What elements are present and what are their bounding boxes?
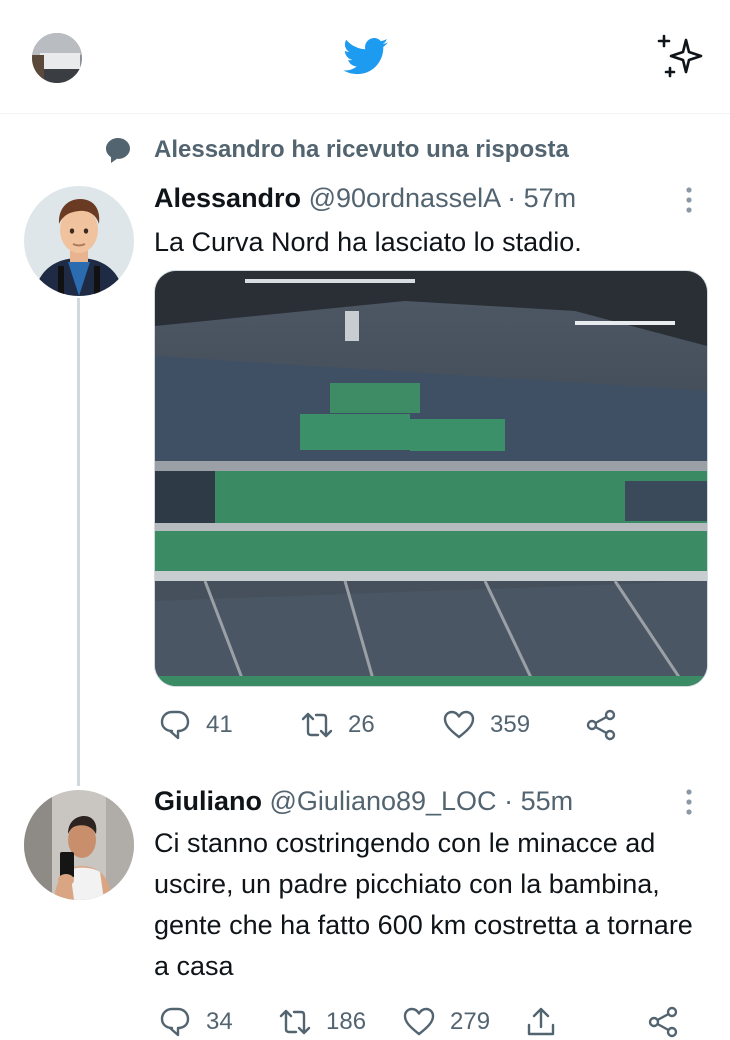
tweet-text: Ci stanno costringendo con le minacce ad… <box>154 828 693 981</box>
more-options-icon[interactable] <box>685 788 693 816</box>
tweet-media-image[interactable] <box>154 270 708 687</box>
tweet-text: La Curva Nord ha lasciato lo stadio. <box>154 227 582 257</box>
share-button[interactable] <box>584 707 618 743</box>
top-bar <box>0 0 730 114</box>
like-button[interactable]: 359 <box>442 707 530 743</box>
tweet-time[interactable]: 57m <box>524 183 577 213</box>
tweet-header: Giuliano @Giuliano89_LOC · 55m <box>154 786 573 817</box>
tweet-actions: 41 26 359 <box>154 707 714 743</box>
retweet-button[interactable]: 26 <box>300 707 375 743</box>
tweet-time[interactable]: 55m <box>521 786 574 816</box>
like-count: 279 <box>450 1008 491 1035</box>
tweet-avatar-giuliano[interactable] <box>24 790 134 900</box>
author-handle[interactable]: @Giuliano89_LOC <box>270 786 497 816</box>
author-name[interactable]: Alessandro <box>154 183 301 213</box>
share-icon <box>648 1006 678 1038</box>
share-icon <box>586 709 616 741</box>
author-handle[interactable]: @90ordnasselA <box>309 183 500 213</box>
analytics-button[interactable] <box>524 1004 558 1040</box>
retweet-count: 186 <box>326 1008 367 1035</box>
social-context-label: Alessandro ha ricevuto una risposta <box>154 136 569 163</box>
heart-icon <box>403 1007 435 1036</box>
reply-icon <box>160 710 190 740</box>
heart-icon <box>443 710 475 739</box>
like-count: 359 <box>490 711 531 738</box>
speech-bubble-icon <box>106 138 130 163</box>
retweet-button[interactable]: 186 <box>278 1004 366 1040</box>
social-context: Alessandro ha ricevuto una risposta <box>104 133 569 167</box>
share-button[interactable] <box>646 1004 680 1040</box>
retweet-icon <box>301 712 333 738</box>
reply-button[interactable]: 41 <box>158 707 233 743</box>
separator-dot: · <box>507 183 517 213</box>
reply-count: 41 <box>206 711 233 738</box>
reply-icon <box>160 1007 190 1037</box>
reply-button[interactable]: 34 <box>158 1004 233 1040</box>
profile-avatar[interactable] <box>32 33 82 83</box>
more-options-icon[interactable] <box>685 186 693 214</box>
like-button[interactable]: 279 <box>402 1004 490 1040</box>
retweet-icon <box>279 1009 311 1035</box>
author-name[interactable]: Giuliano <box>154 786 262 816</box>
separator-dot: · <box>504 786 514 816</box>
retweet-count: 26 <box>348 711 375 738</box>
twitter-bird-icon[interactable] <box>343 38 389 76</box>
sparkle-icon[interactable] <box>656 34 706 80</box>
thread-connector <box>77 298 80 786</box>
tweet-actions: 34 186 279 <box>154 1004 714 1040</box>
tweet-avatar-alessandro[interactable] <box>24 186 134 296</box>
tweet-header: Alessandro @90ordnasselA · 57m <box>154 183 576 214</box>
reply-count: 34 <box>206 1008 233 1035</box>
upload-icon <box>527 1007 555 1036</box>
